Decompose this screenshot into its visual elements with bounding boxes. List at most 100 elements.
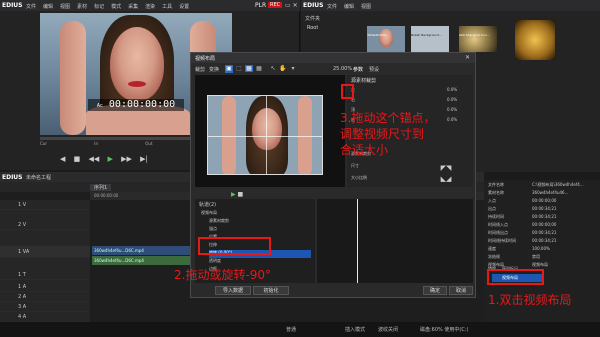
frame-label[interactable]: 大小比例 — [351, 175, 367, 181]
face-shape — [110, 27, 164, 101]
nudge-pad[interactable]: ◤◥ ◣◢ — [431, 163, 461, 185]
timeline-clip-audio[interactable]: 360w4h4ef4u...D6C.mp4 — [92, 256, 196, 265]
grid-icon[interactable]: ▦ — [245, 65, 253, 72]
list-item[interactable]: 源素材裁剪 — [209, 218, 311, 226]
menu-item[interactable]: 标记 — [94, 4, 104, 10]
bin-titlebar: EDIUS 文件 编辑 视图 — [301, 0, 600, 11]
prev-icon[interactable]: ◀ — [60, 155, 65, 163]
bin-root-item[interactable]: Root — [307, 25, 318, 31]
timecode-value: 00:00:00:00 — [108, 99, 176, 110]
track-header[interactable]: 1 T — [0, 270, 90, 280]
menu-item[interactable]: 编辑 — [43, 4, 53, 10]
bin-thumb[interactable] — [459, 26, 497, 52]
tab-transform[interactable]: 变换 — [209, 67, 219, 73]
play-icon[interactable]: ▶ — [231, 191, 236, 198]
menu-item[interactable]: 采集 — [128, 4, 138, 10]
info-label: 持续时间 — [488, 214, 504, 219]
stop-icon[interactable]: ■ — [238, 191, 244, 198]
info-row: 入点 00:00:00;00 — [488, 198, 598, 206]
init-button[interactable]: 初始化 — [253, 286, 289, 295]
keyframe-area[interactable] — [317, 199, 473, 283]
param-value[interactable]: 0.0% — [447, 97, 457, 102]
menu-item[interactable]: 视图 — [361, 4, 371, 10]
rec-badge[interactable]: REC — [268, 2, 283, 8]
menu-item[interactable]: 文件 — [327, 4, 337, 10]
track-header[interactable]: 2 V — [0, 220, 90, 230]
list-item-label: 锚点 — [209, 226, 217, 231]
default-button[interactable]: 导入数据 — [215, 286, 251, 295]
track-header[interactable]: 1 VA — [0, 246, 90, 258]
bin-thumb[interactable] — [411, 26, 449, 52]
tab-params[interactable]: 参数 — [353, 67, 363, 73]
status-mode: 普通 — [286, 327, 297, 333]
info-row: 时间线入点 00:00:00;00 — [488, 222, 598, 230]
stop-icon[interactable]: ■ — [74, 155, 81, 163]
next-icon[interactable]: ▶| — [140, 155, 148, 163]
layout-canvas[interactable] — [195, 75, 352, 187]
info-label: 时间线入点 — [488, 222, 508, 227]
menu-item[interactable]: 文件 — [26, 4, 36, 10]
track-header[interactable]: 3 A — [0, 302, 90, 312]
menu-item[interactable]: 模式 — [111, 4, 121, 10]
track-headers: 1 V 2 V 1 VA 1 T 1 A 2 A 3 A 4 A — [0, 200, 90, 322]
info-label: 文件名称 — [488, 182, 504, 187]
window-controls[interactable]: ▭ ✕ — [285, 2, 298, 9]
hand-icon[interactable]: ✋ — [279, 65, 287, 72]
menu-item[interactable]: 渲染 — [145, 4, 155, 10]
track-name: 1 T — [18, 272, 26, 278]
menu-item[interactable]: 视图 — [60, 4, 70, 10]
clip-label: 360w4h4ef4u...D6C.mp4 — [94, 258, 144, 263]
bin-thumb[interactable] — [367, 26, 405, 52]
forward-icon[interactable]: ▶▶ — [121, 155, 132, 163]
status-insert[interactable]: 插入模式 — [345, 326, 365, 333]
track-header[interactable]: 4 A — [0, 312, 90, 322]
cancel-button[interactable]: 取消 — [449, 286, 473, 295]
bin-thumb[interactable] — [515, 20, 555, 60]
timecode-display: Ac 00:00:00:00 — [88, 99, 184, 111]
track-header[interactable]: 1 V — [0, 200, 90, 210]
sequence-tab[interactable]: 序列1 — [90, 184, 112, 191]
close-icon[interactable]: ✕ — [465, 54, 470, 61]
in-label: In — [94, 141, 98, 146]
info-label: 入点 — [488, 198, 496, 203]
info-label: 时间线持续时间 — [488, 238, 516, 243]
ok-button[interactable]: 确定 — [423, 286, 447, 295]
timecode-prefix: Ac — [96, 103, 103, 109]
menu-item[interactable]: 工具 — [162, 4, 172, 10]
arrow-icon[interactable]: ↖ — [269, 65, 277, 72]
tab-presets[interactable]: 预设 — [369, 67, 379, 73]
out-label: Out — [145, 141, 153, 146]
thumb-face-shape — [379, 29, 393, 47]
annotation-text-1: 1.双击视频布局 — [488, 293, 572, 307]
info-value: 00:00:00;00 — [532, 198, 557, 203]
menu-item[interactable]: 素材 — [77, 4, 87, 10]
zoom-select[interactable]: 25.00% — [333, 66, 352, 72]
list-item[interactable]: 视频布局 — [201, 210, 311, 218]
annotation-box-anchor — [341, 84, 354, 99]
select-icon[interactable]: ▣ — [225, 65, 233, 73]
crop-icon[interactable]: ⬚ — [235, 65, 243, 72]
grid2-icon[interactable]: ▦ — [255, 65, 263, 72]
layout-preview[interactable] — [207, 95, 323, 175]
ruler-tick: 00:00:00:00 — [94, 193, 119, 198]
tab-crop[interactable]: 裁剪 — [195, 67, 205, 73]
track-header[interactable]: 2 A — [0, 292, 90, 302]
play-icon[interactable]: ▶ — [108, 155, 113, 163]
timeline-clip-video[interactable]: 360w4h4ef4u...D6C.mp4 — [92, 246, 196, 255]
param-value[interactable]: 0.0% — [447, 87, 457, 92]
menu-item[interactable]: 设置 — [179, 4, 189, 10]
menu-item[interactable]: 编辑 — [344, 4, 354, 10]
track-header[interactable]: 1 A — [0, 282, 90, 292]
rewind-icon[interactable]: ◀◀ — [88, 155, 99, 163]
player-mode-label[interactable]: PLR — [255, 2, 266, 9]
list-item[interactable]: 锚点 — [209, 226, 311, 234]
lips-shape — [128, 81, 146, 87]
list-item[interactable]: 透明度 — [209, 258, 311, 266]
keyframe-playhead[interactable] — [357, 199, 358, 283]
annotation-text-3: 3.拖动这个锚点， 调整视频尺寸到 合适大小 — [340, 111, 436, 157]
preview-face-shape — [252, 108, 282, 150]
list-item-label: 源素材裁剪 — [209, 218, 229, 223]
dropdown-icon[interactable]: ▾ — [289, 65, 297, 72]
info-value: C:\视频布局\360w4h4ef4... — [532, 182, 584, 187]
status-ripple[interactable]: 波纹关闭 — [378, 326, 398, 333]
